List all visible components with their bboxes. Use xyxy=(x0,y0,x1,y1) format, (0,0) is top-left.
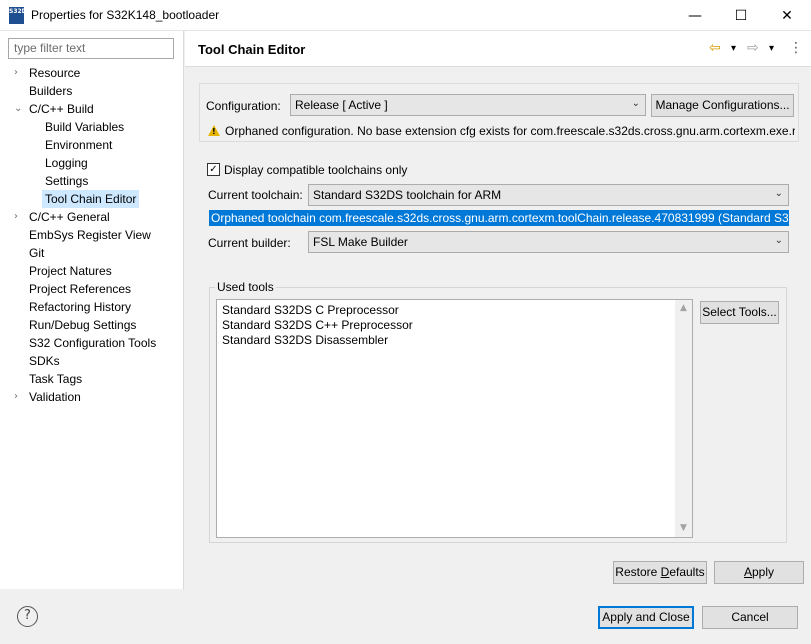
current-toolchain-label: Current toolchain: xyxy=(208,188,303,202)
sidebar: type filter text › Resource Builders ⌄ C/C++… xyxy=(0,31,184,589)
current-builder-value: FSL Make Builder xyxy=(313,235,408,249)
chevron-down-icon: ⌄ xyxy=(774,188,783,199)
chevron-right-icon[interactable]: › xyxy=(14,388,24,406)
apply-button[interactable]: Apply xyxy=(714,561,804,584)
apply-and-close-button[interactable]: Apply and Close xyxy=(598,606,694,629)
s32ds-app-icon: S32DS xyxy=(9,7,31,24)
sidebar-item-task-tags[interactable]: Task Tags xyxy=(29,370,82,388)
used-tools-label: Used tools xyxy=(215,280,276,294)
restore-defaults-button[interactable]: Restore Defaults xyxy=(613,561,707,584)
sidebar-item-s32-configuration-tools[interactable]: S32 Configuration Tools xyxy=(29,334,156,352)
maximize-button[interactable]: ☐ xyxy=(718,0,764,31)
scroll-down-icon[interactable]: ▼ xyxy=(675,520,692,537)
sidebar-item-tool-chain-editor[interactable]: Tool Chain Editor xyxy=(42,190,140,208)
configuration-select[interactable]: Release [ Active ] ⌄ xyxy=(290,94,646,116)
help-icon[interactable]: ? xyxy=(17,606,38,627)
cancel-button[interactable]: Cancel xyxy=(702,606,798,629)
configuration-label: Configuration: xyxy=(206,99,281,113)
sidebar-item-c-c-general[interactable]: C/C++ General xyxy=(29,208,110,226)
sidebar-item-run-debug-settings[interactable]: Run/Debug Settings xyxy=(29,316,136,334)
sidebar-item-project-natures[interactable]: Project Natures xyxy=(29,262,112,280)
chevron-down-icon[interactable]: ⌄ xyxy=(14,100,24,118)
title-bar: S32DS Properties for S32K148_bootloader … xyxy=(0,0,811,31)
display-compatible-checkbox[interactable]: ✓ xyxy=(207,163,220,176)
sidebar-item-project-references[interactable]: Project References xyxy=(29,280,131,298)
select-tools-button[interactable]: Select Tools... xyxy=(700,301,779,324)
forward-arrow-icon[interactable]: ⇨ xyxy=(747,40,759,56)
minimize-button[interactable]: — xyxy=(672,0,718,31)
sidebar-item-resource[interactable]: Resource xyxy=(29,64,80,82)
more-menu-icon[interactable]: ⋮ xyxy=(789,40,803,56)
current-toolchain-select[interactable]: Standard S32DS toolchain for ARM ⌄ xyxy=(308,184,789,206)
window-title: Properties for S32K148_bootloader xyxy=(31,8,220,22)
display-compatible-label: Display compatible toolchains only xyxy=(224,163,408,177)
close-button[interactable]: ✕ xyxy=(764,0,810,31)
sidebar-item-builders[interactable]: Builders xyxy=(29,82,72,100)
chevron-right-icon[interactable]: › xyxy=(14,208,24,226)
scrollbar[interactable]: ▲ ▼ xyxy=(675,300,692,537)
sidebar-item-environment[interactable]: Environment xyxy=(45,136,112,154)
sidebar-item-settings[interactable]: Settings xyxy=(45,172,88,190)
forward-menu-icon[interactable]: ▾ xyxy=(769,43,774,54)
main-panel: Tool Chain Editor ⇦ ▾ ⇨ ▾ ⋮ Configuratio… xyxy=(185,31,811,589)
sidebar-item-git[interactable]: Git xyxy=(29,244,44,262)
manage-configurations-button[interactable]: Manage Configurations... xyxy=(651,94,794,117)
current-toolchain-value: Standard S32DS toolchain for ARM xyxy=(313,188,502,202)
sidebar-item-c-c-build[interactable]: C/C++ Build xyxy=(29,100,94,118)
dialog-button-bar: ? Apply and Close Cancel xyxy=(0,589,811,644)
chevron-down-icon: ⌄ xyxy=(631,98,640,109)
current-builder-label: Current builder: xyxy=(208,236,291,250)
used-tools-list[interactable]: Standard S32DS C Preprocessor Standard S… xyxy=(216,299,693,538)
configuration-warning: Orphaned configuration. No base extensio… xyxy=(225,124,795,138)
sidebar-item-logging[interactable]: Logging xyxy=(45,154,88,172)
sidebar-item-sdks[interactable]: SDKs xyxy=(29,352,60,370)
chevron-down-icon: ⌄ xyxy=(774,235,783,246)
page-title: Tool Chain Editor xyxy=(198,42,306,57)
back-menu-icon[interactable]: ▾ xyxy=(731,43,736,54)
list-item[interactable]: Standard S32DS C++ Preprocessor xyxy=(222,318,413,332)
page-header: Tool Chain Editor ⇦ ▾ ⇨ ▾ ⋮ xyxy=(185,31,811,67)
list-item[interactable]: Standard S32DS Disassembler xyxy=(222,333,388,347)
sidebar-item-validation[interactable]: Validation xyxy=(29,388,81,406)
sidebar-item-build-variables[interactable]: Build Variables xyxy=(45,118,124,136)
back-arrow-icon[interactable]: ⇦ xyxy=(709,40,721,56)
orphaned-toolchain-message: Orphaned toolchain com.freescale.s32ds.c… xyxy=(209,210,789,226)
chevron-right-icon[interactable]: › xyxy=(14,64,24,82)
sidebar-item-embsys-register-view[interactable]: EmbSys Register View xyxy=(29,226,151,244)
list-item[interactable]: Standard S32DS C Preprocessor xyxy=(222,303,399,317)
sidebar-item-refactoring-history[interactable]: Refactoring History xyxy=(29,298,131,316)
configuration-value: Release [ Active ] xyxy=(295,98,388,112)
filter-input[interactable]: type filter text xyxy=(8,38,174,59)
current-builder-select[interactable]: FSL Make Builder ⌄ xyxy=(308,231,789,253)
scroll-up-icon[interactable]: ▲ xyxy=(675,300,692,317)
